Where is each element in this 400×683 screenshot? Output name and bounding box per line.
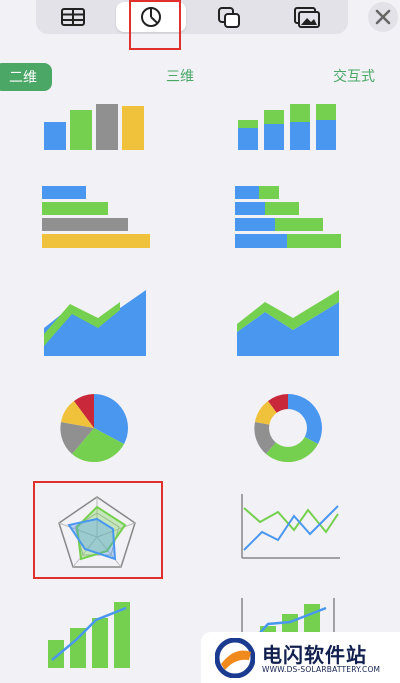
chart-type-stacked-column[interactable] [234,100,344,152]
chart-type-stacked-bar[interactable] [233,184,345,254]
shapes-icon [218,7,240,28]
subtab-3d[interactable]: 三维 [166,66,194,86]
chart-type-line[interactable] [238,492,342,562]
chart-type-mixed[interactable] [46,596,142,668]
chart-type-pie[interactable] [58,392,130,464]
chart-type-area[interactable] [42,288,150,358]
chart-type-bar[interactable] [40,184,152,254]
table-icon [61,8,85,26]
close-icon [375,9,391,25]
logo-mark-icon [215,638,255,678]
chart-tab-highlight [129,0,181,50]
insert-toolbar [36,0,348,34]
tab-table[interactable] [38,2,108,32]
chart-type-column[interactable] [40,100,150,152]
media-icon [294,7,320,28]
tab-media[interactable] [272,2,342,32]
chart-type-donut[interactable] [252,392,324,464]
tab-shapes[interactable] [194,2,264,32]
radar-chart-highlight [33,481,163,579]
watermark-title: 电闪软件站 [262,643,367,667]
subtab-2d[interactable]: 二维 [0,63,52,91]
close-button[interactable] [368,2,398,32]
subtab-interactive[interactable]: 交互式 [333,66,375,86]
watermark-logo: 电闪软件站 WWW.DS-SOLARBATTERY.COM [201,632,400,683]
chart-type-stacked-area[interactable] [235,288,343,358]
watermark-subtitle: WWW.DS-SOLARBATTERY.COM [262,665,381,674]
